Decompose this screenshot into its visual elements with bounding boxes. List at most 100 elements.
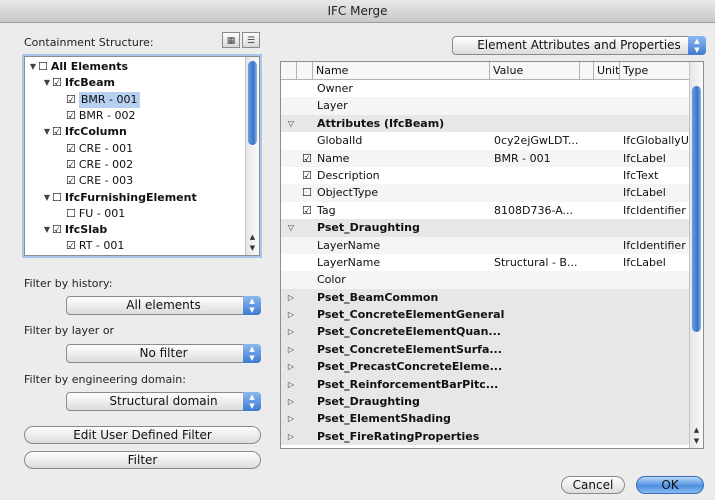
disclosure-triangle-icon[interactable]: ▼ [42, 222, 52, 238]
ok-button[interactable]: OK [636, 476, 704, 494]
tree-checkbox[interactable]: ☑ [66, 157, 76, 173]
disclosure-triangle-icon[interactable]: ▷ [285, 306, 297, 323]
view-mode-select[interactable]: Element Attributes and Properties ▲ ▼ [452, 36, 706, 55]
filter-button[interactable]: Filter [24, 451, 261, 469]
property-group-row[interactable]: ▷ Pset_ReinforcementBarPitc... [281, 375, 691, 394]
property-group-row[interactable]: ▷ Pset_PrecastConcreteEleme... [281, 358, 691, 376]
disclosure-triangle-icon[interactable]: ▷ [285, 341, 297, 358]
header-unit[interactable]: Unit [594, 62, 620, 79]
header-value[interactable]: Value [490, 62, 580, 79]
disclosure-triangle-icon[interactable]: ▷ [285, 358, 297, 375]
property-row[interactable]: ☐ ObjectType IfcLabel [281, 184, 691, 202]
expand-all-icon[interactable]: ▦ [222, 32, 240, 48]
tree-item[interactable]: ▼ ☑ IfcColumn [25, 124, 245, 140]
containment-tree[interactable]: ▼ ☐ All Elements ▼ ☑ IfcBeam ☑ BMR - 001 ☑ BMR - … [24, 56, 260, 256]
tree-scroll-up-icon[interactable]: ▲ [246, 232, 259, 243]
property-row[interactable]: LayerName Structural - B... IfcLabel [281, 254, 691, 271]
disclosure-triangle-icon[interactable]: ▼ [42, 190, 52, 206]
disclosure-triangle-icon[interactable]: ▷ [285, 323, 297, 340]
property-group-name: Attributes (IfcBeam) [317, 116, 445, 130]
property-row[interactable]: ☑ Tag 8108D736-A... IfcIdentifier [281, 202, 691, 219]
tree-item[interactable]: ☑ RT - 001 [25, 238, 245, 254]
disclosure-triangle-icon[interactable]: ▼ [28, 59, 38, 75]
tree-checkbox[interactable]: ☐ [66, 206, 76, 222]
tree-scrollbar[interactable]: ▲ ▼ [245, 57, 259, 255]
property-row[interactable]: ☑ Name BMR - 001 IfcLabel [281, 149, 691, 167]
property-checkbox[interactable]: ☑ [302, 167, 314, 184]
property-group-row[interactable]: ▷ Pset_Draughting [281, 393, 691, 411]
tree-item[interactable]: ▼ ☑ IfcBeam [25, 75, 245, 91]
disclosure-triangle-icon[interactable]: ▽ [285, 219, 297, 236]
tree-scroll-down-icon[interactable]: ▼ [246, 243, 259, 254]
tree-checkbox[interactable]: ☑ [66, 108, 76, 124]
properties-scrollbar[interactable]: ▲ ▼ [689, 62, 703, 448]
tree-item[interactable]: ☑ CRE - 001 [25, 140, 245, 156]
disclosure-triangle-icon[interactable]: ▼ [42, 124, 52, 140]
tree-item[interactable]: ☐ FU - 001 [25, 206, 245, 222]
property-group-name: Pset_ElementShading [317, 412, 451, 426]
property-row[interactable]: Owner [281, 80, 691, 97]
property-checkbox[interactable]: ☐ [302, 184, 314, 201]
property-group-row[interactable]: ▷ Pset_BeamCommon [281, 288, 691, 307]
tree-item[interactable]: ☑ CRE - 003 [25, 173, 245, 189]
disclosure-triangle-icon[interactable]: ▷ [285, 376, 297, 393]
tree-checkbox[interactable]: ☐ [38, 59, 48, 75]
property-row[interactable]: LayerName IfcIdentifier [281, 236, 691, 254]
tree-item[interactable]: ☑ CRE - 002 [25, 157, 245, 173]
tree-checkbox[interactable]: ☐ [52, 190, 62, 206]
collapse-all-icon[interactable]: ☰ [242, 32, 260, 48]
containment-label: Containment Structure: [24, 36, 154, 49]
property-row[interactable]: ☑ Description IfcText [281, 167, 691, 184]
tree-checkbox[interactable]: ☑ [52, 75, 62, 91]
tree-checkbox[interactable]: ☑ [66, 92, 76, 108]
tree-item-label: RT - 001 [78, 239, 125, 253]
properties-table[interactable]: Name Value Unit Type Owner Layer ▽ Attribut… [280, 61, 704, 449]
tree-checkbox[interactable]: ☑ [66, 173, 76, 189]
cancel-button[interactable]: Cancel [561, 476, 625, 494]
tree-checkbox[interactable]: ☑ [66, 141, 76, 157]
disclosure-triangle-icon[interactable]: ▷ [285, 410, 297, 427]
view-popup-arrows-icon: ▲ ▼ [688, 36, 706, 55]
properties-scroll-thumb[interactable] [692, 86, 701, 332]
property-group-row[interactable]: ▽ Attributes (IfcBeam) [281, 114, 691, 133]
tree-item[interactable]: ☑ BMR - 002 [25, 108, 245, 124]
header-type[interactable]: Type [620, 62, 691, 79]
property-checkbox[interactable]: ☑ [302, 202, 314, 219]
layer-filter-select[interactable]: No filter ▲ ▼ [66, 344, 261, 363]
disclosure-triangle-icon[interactable]: ▷ [285, 428, 297, 445]
property-group-row[interactable]: ▷ Pset_ConcreteElementSurfa... [281, 340, 691, 359]
tree-checkbox[interactable]: ☑ [66, 238, 76, 254]
property-group-name: Pset_ReinforcementBarPitc... [317, 377, 499, 391]
tree-item-label: IfcColumn [64, 125, 127, 139]
properties-scroll-up-icon[interactable]: ▲ [690, 425, 703, 436]
disclosure-triangle-icon[interactable]: ▼ [42, 75, 52, 91]
disclosure-triangle-icon[interactable]: ▽ [285, 115, 297, 132]
disclosure-triangle-icon[interactable]: ▷ [285, 393, 297, 410]
property-group-row[interactable]: ▽ Pset_Draughting [281, 219, 691, 237]
property-type: IfcGloballyU [623, 134, 689, 148]
property-group-row[interactable]: ▷ Pset_FireRatingProperties [281, 427, 691, 446]
properties-scroll-down-icon[interactable]: ▼ [690, 436, 703, 447]
property-group-row[interactable]: ▷ Pset_ConcreteElementGeneral [281, 306, 691, 324]
tree-item[interactable]: ☑ BMR - 001 [25, 91, 245, 108]
tree-item[interactable]: ▼ ☐ IfcFurnishingElement [25, 189, 245, 205]
header-name[interactable]: Name [313, 62, 490, 79]
domain-filter-select[interactable]: Structural domain ▲ ▼ [66, 392, 261, 411]
history-filter-select[interactable]: All elements ▲ ▼ [66, 296, 261, 315]
tree-item-label: IfcSlab [64, 223, 108, 237]
tree-item[interactable]: ▼ ☑ IfcSlab [25, 222, 245, 238]
property-row[interactable]: GlobalId 0cy2ejGwLDT... IfcGloballyU [281, 132, 691, 149]
property-group-row[interactable]: ▷ Pset_ConcreteElementQuan... [281, 323, 691, 341]
property-checkbox[interactable]: ☑ [302, 150, 314, 167]
property-group-row[interactable]: ▷ Pset_ElementShading [281, 410, 691, 428]
tree-checkbox[interactable]: ☑ [52, 124, 62, 140]
disclosure-triangle-icon[interactable]: ▷ [285, 289, 297, 306]
property-row[interactable]: Layer [281, 97, 691, 115]
tree-item[interactable]: ▼ ☐ All Elements [25, 59, 245, 75]
tree-item-label: IfcFurnishingElement [64, 190, 197, 204]
edit-user-filter-button[interactable]: Edit User Defined Filter [24, 426, 261, 444]
property-row[interactable]: Color [281, 271, 691, 289]
tree-checkbox[interactable]: ☑ [52, 222, 62, 238]
tree-scroll-thumb[interactable] [248, 61, 257, 145]
tree-item-label: CRE - 002 [78, 157, 134, 171]
